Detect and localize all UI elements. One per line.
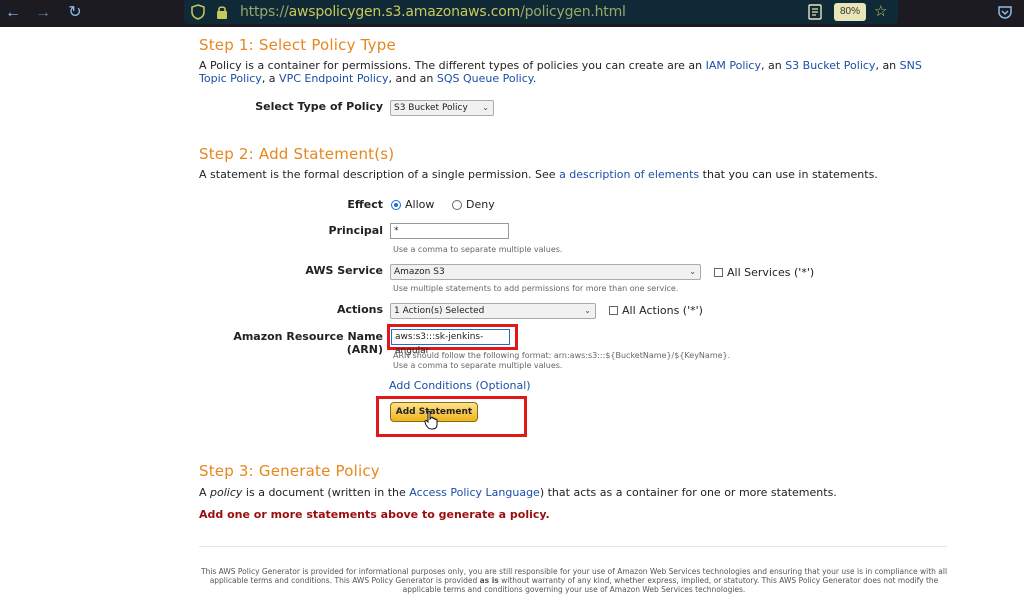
forward-arrow-icon[interactable]: → <box>34 4 52 22</box>
actions-label: Actions <box>337 303 383 316</box>
step1-end: . <box>532 72 537 85</box>
all-actions-label[interactable]: All Actions ('*') <box>622 304 703 317</box>
footer-as-is: as is <box>479 576 499 585</box>
arn-hint-format: ARN should follow the following format: … <box>393 351 731 360</box>
chevron-down-icon: ⌄ <box>482 103 489 112</box>
principal-input[interactable]: * <box>390 223 509 239</box>
iam-policy-link[interactable]: IAM Policy <box>706 59 761 72</box>
step1-description: A Policy is a container for permissions.… <box>199 59 929 85</box>
step3-desc-mid: is a document (written in the <box>242 486 410 499</box>
step3-policy-word: policy <box>210 486 243 499</box>
vpc-endpoint-policy-link[interactable]: VPC Endpoint Policy <box>279 72 388 85</box>
step2-desc-suffix: that you can use in statements. <box>699 168 878 181</box>
step1-sep1: , an <box>761 59 786 72</box>
url-text[interactable]: https://awspolicygen.s3.amazonaws.com/po… <box>240 4 626 20</box>
elements-description-link[interactable]: a description of elements <box>559 168 699 181</box>
address-bar[interactable]: https://awspolicygen.s3.amazonaws.com/po… <box>184 0 898 24</box>
url-path: /policygen.html <box>520 4 626 20</box>
effect-label: Effect <box>347 198 383 211</box>
effect-allow-label[interactable]: Allow <box>405 198 434 211</box>
policy-type-select[interactable]: S3 Bucket Policy ⌄ <box>390 100 494 116</box>
step1-sep4: , and an <box>388 72 437 85</box>
arn-input[interactable]: aws:s3:::sk-jenkins-angular <box>391 329 510 356</box>
actions-select[interactable]: 1 Action(s) Selected ⌄ <box>390 303 596 319</box>
arn-hint-comma: Use a comma to separate multiple values. <box>393 361 563 370</box>
step3-desc-prefix: A <box>199 486 211 499</box>
step2-description: A statement is the formal description of… <box>199 168 878 181</box>
effect-deny-label[interactable]: Deny <box>466 198 495 211</box>
bookmark-star-icon[interactable]: ☆ <box>874 2 887 20</box>
chevron-down-icon: ⌄ <box>689 267 696 276</box>
footer-divider <box>199 546 947 547</box>
reload-icon[interactable]: ↻ <box>66 4 84 22</box>
hand-pointer-icon <box>424 410 438 430</box>
zoom-level-badge[interactable]: 80% <box>834 3 866 21</box>
chevron-down-icon: ⌄ <box>584 306 591 315</box>
step3-heading: Step 3: Generate Policy <box>199 462 380 480</box>
effect-deny-radio[interactable] <box>452 200 462 210</box>
generate-policy-error: Add one or more statements above to gene… <box>199 508 550 521</box>
policy-type-value: S3 Bucket Policy <box>394 103 468 113</box>
reader-view-icon[interactable] <box>808 4 822 20</box>
pocket-icon[interactable] <box>997 4 1013 20</box>
access-policy-language-link[interactable]: Access Policy Language <box>409 486 540 499</box>
step2-heading: Step 2: Add Statement(s) <box>199 145 395 163</box>
back-arrow-icon[interactable]: ← <box>4 4 22 22</box>
step3-desc-suffix: ) that acts as a container for one or mo… <box>539 486 837 499</box>
effect-allow-radio[interactable] <box>391 200 401 210</box>
sqs-queue-policy-link[interactable]: SQS Queue Policy <box>437 72 533 85</box>
arn-label: Amazon Resource Name (ARN) <box>233 330 383 356</box>
footer-disclaimer: This AWS Policy Generator is provided fo… <box>199 567 949 594</box>
step2-desc-prefix: A statement is the formal description of… <box>199 168 560 181</box>
all-services-label[interactable]: All Services ('*') <box>727 266 814 279</box>
all-services-checkbox[interactable] <box>714 268 723 277</box>
url-host: awspolicygen.s3.amazonaws.com <box>288 4 521 20</box>
actions-value: 1 Action(s) Selected <box>394 306 485 316</box>
shield-icon[interactable] <box>190 4 206 20</box>
step1-sep2: , an <box>875 59 900 72</box>
s3-bucket-policy-link[interactable]: S3 Bucket Policy <box>785 59 875 72</box>
browser-toolbar: ← → ↻ https://awspolicygen.s3.amazonaws.… <box>0 0 1024 27</box>
service-hint: Use multiple statements to add permissio… <box>393 284 679 293</box>
add-conditions-link[interactable]: Add Conditions (Optional) <box>389 379 531 392</box>
aws-service-value: Amazon S3 <box>394 267 445 277</box>
step1-desc-text: A Policy is a container for permissions.… <box>199 59 706 72</box>
all-actions-checkbox[interactable] <box>609 306 618 315</box>
step1-sep3: , a <box>261 72 280 85</box>
principal-hint: Use a comma to separate multiple values. <box>393 245 563 254</box>
aws-service-select[interactable]: Amazon S3 ⌄ <box>390 264 701 280</box>
policy-type-label: Select Type of Policy <box>255 100 383 113</box>
aws-service-label: AWS Service <box>305 264 383 277</box>
principal-label: Principal <box>328 224 383 237</box>
url-prefix: https:// <box>240 4 289 20</box>
lock-icon[interactable] <box>214 4 230 20</box>
step3-description: A policy is a document (written in the A… <box>199 486 837 499</box>
step1-heading: Step 1: Select Policy Type <box>199 36 396 54</box>
